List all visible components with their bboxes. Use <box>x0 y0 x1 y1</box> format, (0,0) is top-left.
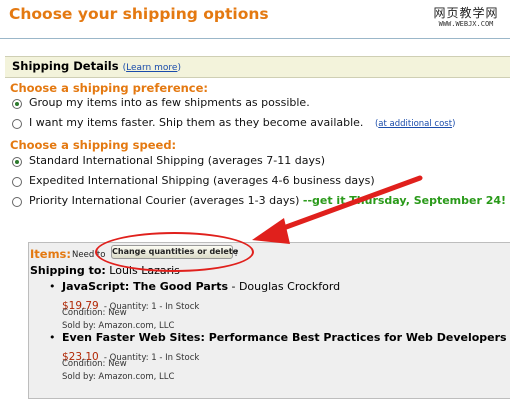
watermark-line2: WWW.WEBJX.COM <box>438 20 494 28</box>
speed-option-priority-label: Priority International Courier (averages… <box>29 194 300 207</box>
bullet-icon: • <box>49 280 56 293</box>
speed-option-expedited: Expedited International Shipping (averag… <box>29 174 375 187</box>
preference-option-faster: I want my items faster. Ship them as the… <box>29 116 455 129</box>
book-title[interactable]: Even Faster Web Sites: Performance Best … <box>62 331 507 344</box>
learn-more-close-paren: ) <box>177 63 181 73</box>
preference-radio-group[interactable] <box>12 99 22 109</box>
annotation-ellipse <box>95 232 254 272</box>
speed-option-priority: Priority International Courier (averages… <box>29 194 506 207</box>
shipping-to-label: Shipping to: <box>30 264 106 277</box>
additional-cost-link-wrap: (at additional cost) <box>374 119 456 129</box>
divider <box>0 38 510 39</box>
speed-radio-priority[interactable] <box>12 197 22 207</box>
book-condition: Condition: New <box>62 308 127 318</box>
book-item-2-title-line: Even Faster Web Sites: Performance Best … <box>62 331 510 344</box>
preference-radio-faster[interactable] <box>12 119 22 129</box>
watermark-line1: 网页教学网 <box>433 6 499 20</box>
bullet-icon: • <box>49 331 56 344</box>
radio-selected-dot <box>15 102 19 106</box>
shipping-details-heading: Shipping Details (Learn more) <box>12 59 181 73</box>
speed-radio-standard[interactable] <box>12 157 22 167</box>
radio-selected-dot <box>15 160 19 164</box>
watermark: 网页教学网 WWW.WEBJX.COM <box>428 7 504 29</box>
preference-option-group: Group my items into as few shipments as … <box>29 96 310 109</box>
preference-heading: Choose a shipping preference: <box>10 81 209 95</box>
page-title: Choose your shipping options <box>9 5 269 23</box>
book-title[interactable]: JavaScript: The Good Parts <box>62 280 228 293</box>
book-condition: Condition: New <box>62 359 127 369</box>
additional-cost-link[interactable]: at additional cost <box>378 119 452 129</box>
book-item-1-title-line: JavaScript: The Good Parts - Douglas Cro… <box>62 280 340 293</box>
book-seller: Sold by: Amazon.com, LLC <box>62 372 175 382</box>
speed-heading: Choose a shipping speed: <box>10 138 177 152</box>
speed-radio-expedited[interactable] <box>12 177 22 187</box>
book-author: - Douglas Crockford <box>231 280 341 293</box>
priority-promo-text: --get it Thursday, September 24! <box>302 194 507 207</box>
learn-more-link[interactable]: Learn more <box>126 63 177 73</box>
shipping-details-title: Shipping Details <box>12 59 119 73</box>
book-seller: Sold by: Amazon.com, LLC <box>62 321 175 331</box>
speed-option-standard: Standard International Shipping (average… <box>29 154 325 167</box>
preference-option-faster-label: I want my items faster. Ship them as the… <box>29 116 364 129</box>
annotation-arrow-head <box>252 218 290 244</box>
items-label: Items: <box>30 247 72 261</box>
